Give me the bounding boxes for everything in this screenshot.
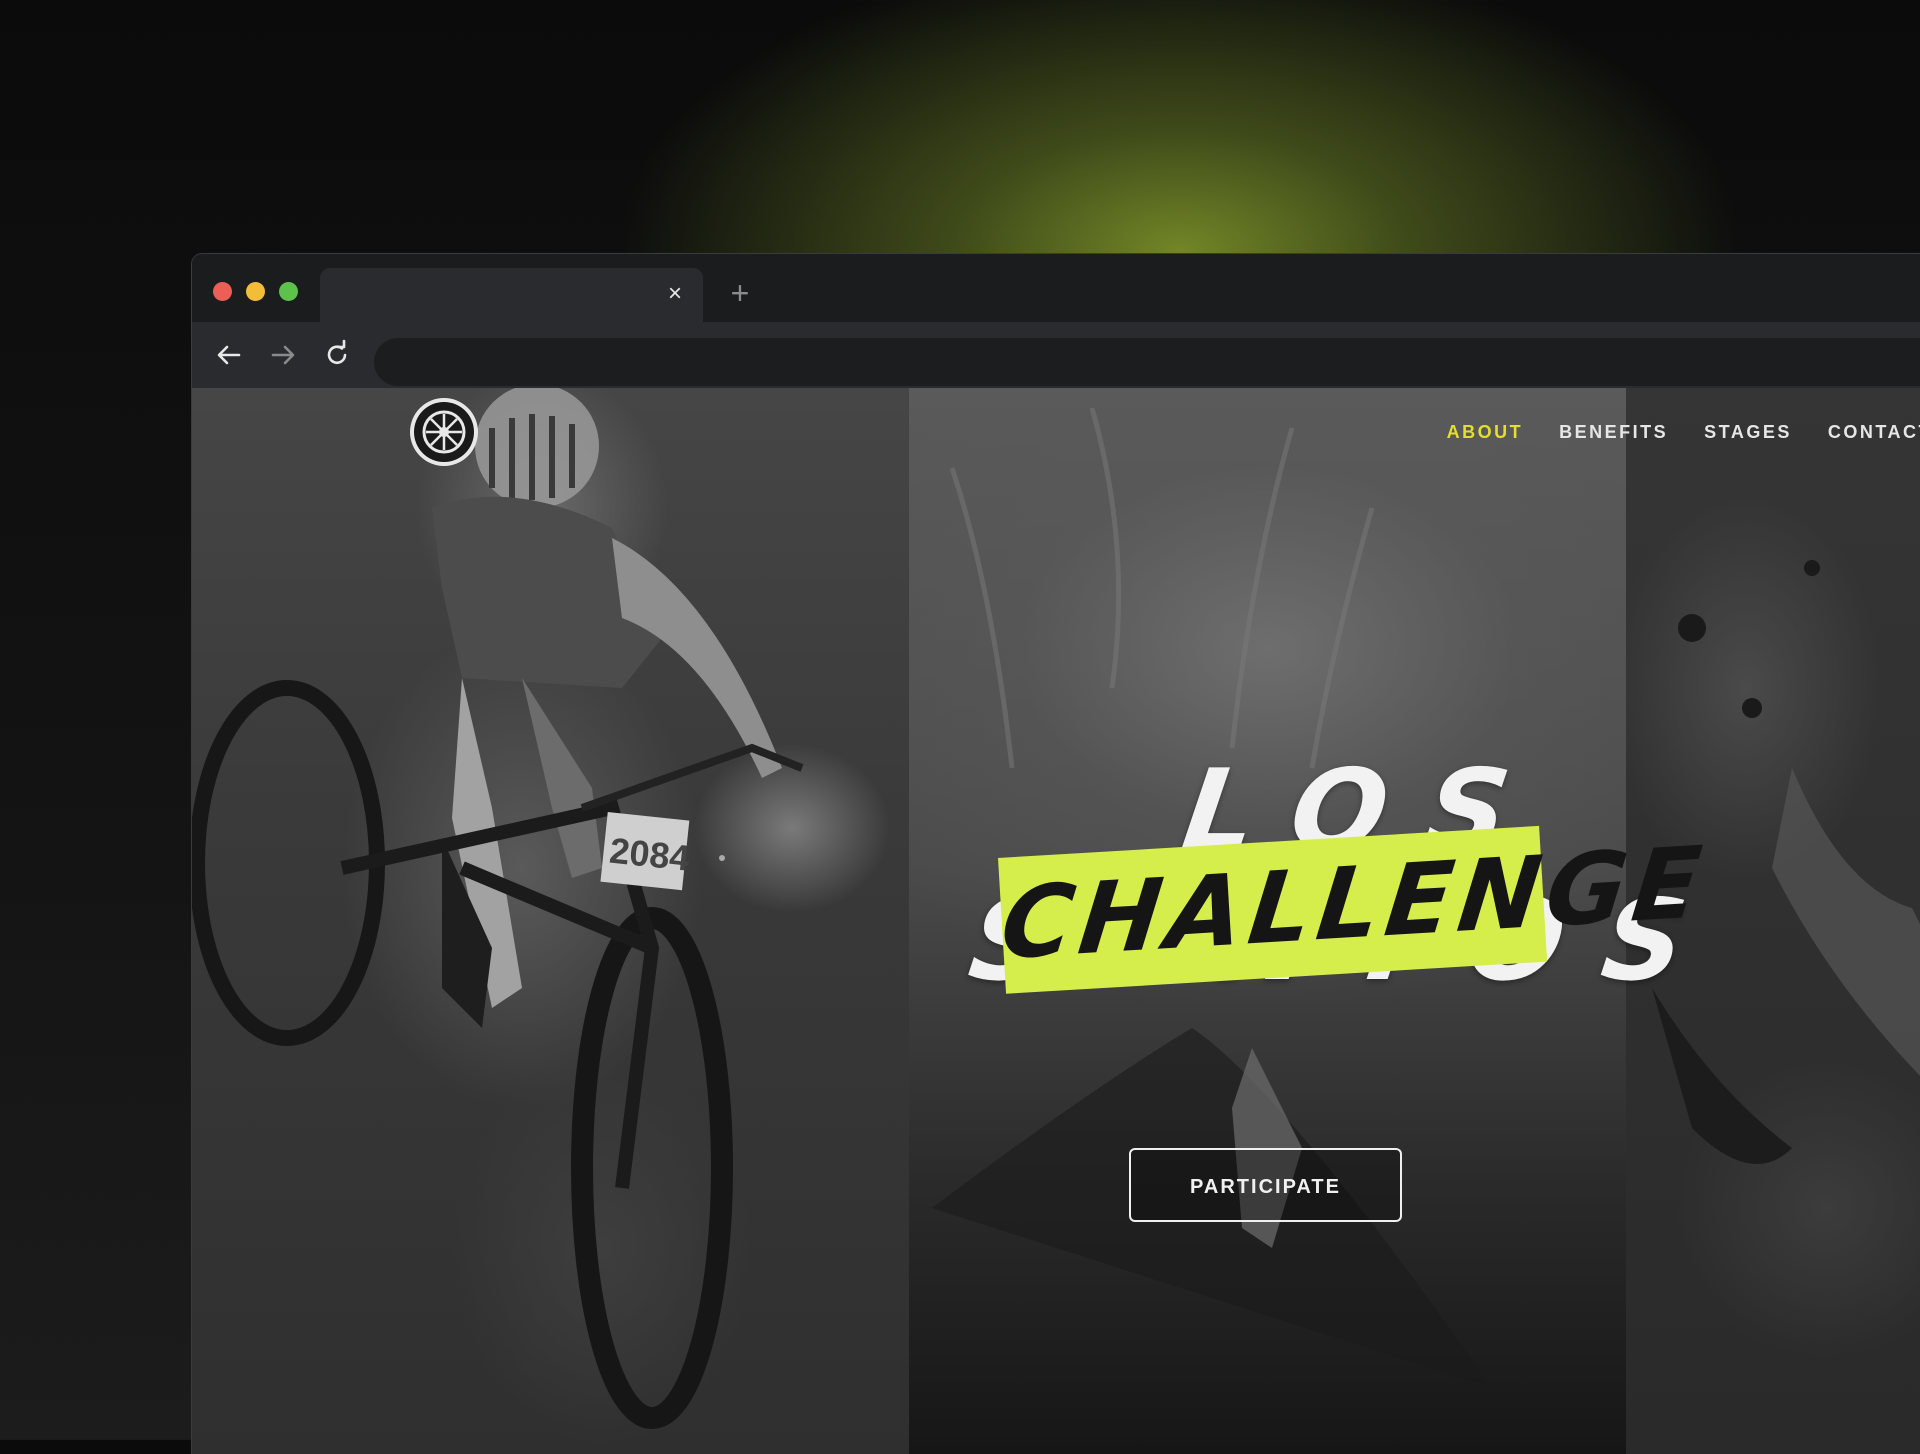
hero-subtitle: CHALLENGE bbox=[995, 825, 1713, 983]
browser-window: × + 2084 ABOUT BENEFITS STAGES CONTAC LO… bbox=[192, 254, 1920, 1454]
page-viewport: 2084 ABOUT BENEFITS STAGES CONTACT bbox=[192, 388, 1920, 1454]
participate-button[interactable]: PARTICIPATE bbox=[1129, 1148, 1402, 1222]
browser-toolbar bbox=[192, 322, 1920, 388]
race-number: 2084 bbox=[608, 830, 692, 879]
address-bar[interactable] bbox=[374, 338, 1920, 386]
browser-tab[interactable]: × bbox=[320, 268, 703, 322]
forward-arrow-icon[interactable] bbox=[266, 338, 300, 372]
back-arrow-icon[interactable] bbox=[212, 338, 246, 372]
nav-stages[interactable]: STAGES bbox=[1704, 422, 1792, 443]
nav-about[interactable]: ABOUT bbox=[1447, 422, 1524, 443]
close-window-button[interactable] bbox=[213, 282, 232, 301]
main-nav: ABOUT BENEFITS STAGES CONTACT bbox=[1411, 422, 1920, 443]
minimize-window-button[interactable] bbox=[246, 282, 265, 301]
site-logo[interactable] bbox=[408, 396, 480, 468]
reload-icon[interactable] bbox=[320, 338, 354, 372]
tab-bar: × + bbox=[192, 254, 1920, 322]
nav-contact[interactable]: CONTACT bbox=[1828, 422, 1920, 443]
nav-benefits[interactable]: BENEFITS bbox=[1559, 422, 1668, 443]
close-tab-icon[interactable]: × bbox=[661, 279, 689, 309]
new-tab-icon[interactable]: + bbox=[725, 277, 755, 309]
maximize-window-button[interactable] bbox=[279, 282, 298, 301]
